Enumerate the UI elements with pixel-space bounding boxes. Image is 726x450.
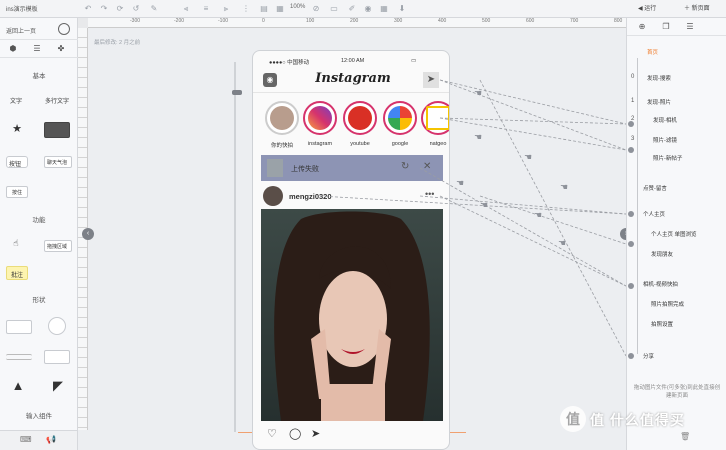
tree-item[interactable]: 首页 [647, 48, 658, 56]
hand-cursor-icon: ☚ [524, 152, 532, 162]
tree-item[interactable]: 分享 [643, 352, 654, 360]
tree-item[interactable]: 照片-新帖子 [653, 154, 682, 162]
link-anchor-dot[interactable] [628, 211, 634, 217]
tree-item[interactable]: 发现-搜索 [647, 74, 671, 82]
tree-item[interactable]: 照片拍照完成 [651, 300, 684, 308]
link-anchor-dot[interactable] [628, 241, 634, 247]
watermark-text: 值 什么值得买 [590, 412, 685, 428]
hand-cursor-icon: ☚ [558, 238, 566, 248]
tree-item[interactable]: 个人主页 [643, 210, 665, 218]
tree-item[interactable]: 发现朋友 [651, 250, 673, 258]
tree-item[interactable]: 发现-相机 [653, 116, 677, 124]
connection-lines: ☚ ☚ ☚ ☚ ☚ ☚ ☚ ☚ [319, 79, 627, 357]
hand-cursor-icon: ☚ [474, 88, 482, 98]
collapse-left-button[interactable]: ‹ [82, 228, 94, 240]
tree-item[interactable]: 点赞-留言 [643, 184, 667, 192]
tree-item[interactable]: 拍照设置 [651, 320, 673, 328]
pages-icon[interactable]: ❐ [659, 21, 673, 33]
drop-hint: 拖动图片文件(可多张)到此处直接创建新页面 [633, 385, 721, 399]
globe-icon[interactable]: ⊕ [635, 21, 649, 33]
tree-number: 0 [631, 74, 635, 80]
hand-cursor-icon: ☚ [560, 182, 568, 192]
watermark-logo-icon: 值 [560, 406, 586, 432]
link-anchor-dot[interactable] [628, 353, 634, 359]
tree-item[interactable]: 个人主页 单图浏览 [651, 230, 697, 238]
tree-connector [637, 58, 638, 354]
right-tabs: ⊕ ❐ ☰ [627, 18, 726, 36]
hand-cursor-icon: ☚ [534, 210, 542, 220]
hand-cursor-icon: ☚ [480, 200, 488, 210]
link-anchor-dot[interactable] [628, 147, 634, 153]
hand-cursor-icon: ☚ [474, 132, 482, 142]
tree-item[interactable]: 相机-视频快拍 [643, 280, 678, 288]
tree-number: 1 [631, 98, 635, 104]
link-anchor-dot[interactable] [628, 283, 634, 289]
tree-item[interactable]: 照片-滤镜 [653, 136, 677, 144]
tree-number: 3 [631, 136, 635, 142]
menu-icon[interactable]: ☰ [683, 21, 697, 33]
watermark: 值 值 什么值得买 [556, 404, 716, 434]
link-anchor-dot[interactable] [628, 121, 634, 127]
hand-cursor-icon: ☚ [456, 178, 464, 188]
tree-item[interactable]: 发现-照片 [647, 98, 671, 106]
